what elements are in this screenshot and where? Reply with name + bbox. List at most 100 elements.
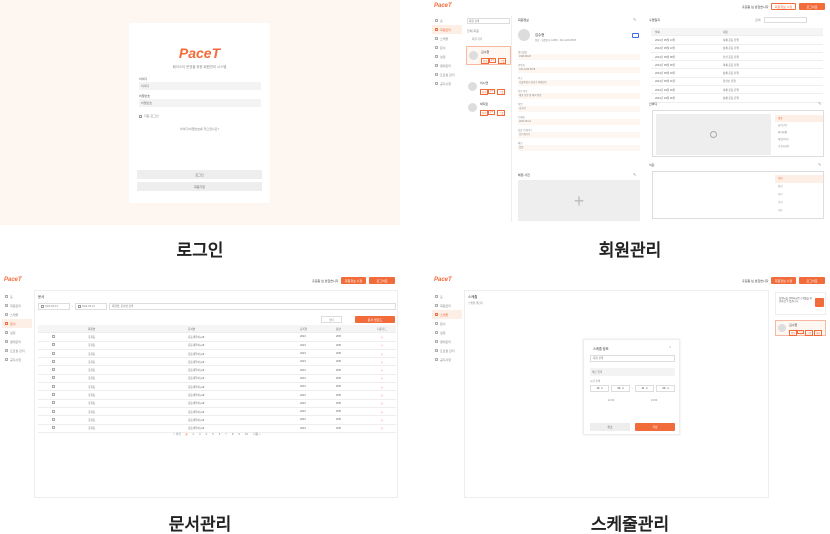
qr-icon[interactable] xyxy=(632,33,639,38)
id-input[interactable] xyxy=(139,82,261,90)
member-card[interactable]: 박지민 정상 PT 그룹 xyxy=(466,99,511,118)
page-button[interactable]: 5 xyxy=(211,432,215,436)
page-button[interactable]: 8 xyxy=(231,432,235,436)
upload-button[interactable]: 문서 업로드 xyxy=(355,316,395,323)
sidebar-item-document[interactable]: 문서 xyxy=(2,319,32,328)
table-row[interactable]: 홍길동 운동계약서.pdf 2024 2KB ⤓ xyxy=(38,416,396,425)
sidebar-item-settings[interactable]: 설정 xyxy=(2,328,32,337)
download-icon[interactable]: ⤓ xyxy=(368,376,396,380)
sidebar-item-schedule[interactable]: 스케줄 xyxy=(2,310,32,319)
page-button[interactable]: 7 xyxy=(224,432,228,436)
diet-menu-item[interactable]: 간식 xyxy=(775,199,823,207)
sidebar-item-home[interactable]: 홈 xyxy=(2,292,32,301)
page-button[interactable]: 10 xyxy=(244,432,249,436)
signup-button[interactable]: 회원가입 xyxy=(137,182,262,191)
sidebar-item-home[interactable]: 홈 xyxy=(432,292,462,301)
sidebar-item-profile[interactable]: 프로필 관리 xyxy=(2,346,32,355)
table-row[interactable]: 2024년 05월 06일 하체 운동 진행 xyxy=(651,61,823,70)
sidebar-item-document[interactable]: 문서 xyxy=(432,43,462,52)
remember-checkbox[interactable]: 자동 로그인 xyxy=(139,114,159,118)
edit-icon[interactable]: ✎ xyxy=(633,17,636,22)
sidebar-item-settings[interactable]: 설정 xyxy=(432,52,462,61)
page-button[interactable]: < 이전 xyxy=(172,432,182,436)
download-icon[interactable]: ⤓ xyxy=(368,343,396,347)
row-checkbox[interactable] xyxy=(38,359,88,364)
save-button[interactable]: 저장 xyxy=(635,423,675,431)
sidebar-item-document[interactable]: 문서 xyxy=(432,319,462,328)
table-row[interactable]: 2024년 05월 08일 전신 운동 진행 xyxy=(651,53,823,62)
diet-menu-item[interactable]: 저녁 xyxy=(775,191,823,199)
page-button[interactable]: 6 xyxy=(218,432,222,436)
sidebar-item-profile[interactable]: 프로필 관리 xyxy=(432,70,462,79)
row-checkbox[interactable] xyxy=(38,426,88,430)
time-select-min-start[interactable]: 00 ▾ xyxy=(611,385,630,392)
download-icon[interactable]: ⤓ xyxy=(368,418,396,422)
diet-menu-item[interactable]: 기타 xyxy=(775,207,823,215)
close-icon[interactable]: × xyxy=(669,344,671,349)
table-row[interactable]: 홍길동 운동계약서.pdf 2024 2KB ⤓ xyxy=(38,408,396,417)
download-icon[interactable]: ⤓ xyxy=(368,352,396,356)
inbody-menu-item[interactable]: 체지방률 xyxy=(775,129,823,136)
row-checkbox[interactable] xyxy=(38,384,88,389)
page-button[interactable]: 3 xyxy=(198,432,202,436)
member-card[interactable]: 김수현 정상 PT 그룹 xyxy=(466,46,511,65)
edit-icon[interactable]: ✎ xyxy=(818,101,821,106)
inbody-menu-item[interactable]: 기초대사량 xyxy=(775,143,823,150)
logout-button[interactable]: 로그아웃 xyxy=(799,3,825,10)
row-checkbox[interactable] xyxy=(38,393,88,397)
sidebar-item-home[interactable]: 홈 xyxy=(432,16,462,25)
table-row[interactable]: 2024년 05월 03일 상체 운동 진행 xyxy=(651,69,823,78)
photo-upload-area[interactable]: + xyxy=(518,180,640,221)
member-card[interactable]: 김수현 정상 PT 그룹 개인 xyxy=(775,320,826,336)
table-row[interactable]: 홍길동 운동계약서.pdf 2024 2KB ⤓ xyxy=(38,358,396,367)
page-button[interactable]: 1 xyxy=(184,432,189,436)
time-select-hour-end[interactable]: 11 ▾ xyxy=(635,385,654,392)
log-search-input[interactable] xyxy=(764,17,807,23)
date-from-field[interactable]: 2024-05-14 xyxy=(38,303,70,310)
page-button[interactable]: 2 xyxy=(191,432,195,436)
end-time[interactable]: 13:00 xyxy=(633,397,675,405)
row-checkbox[interactable] xyxy=(38,417,88,422)
edit-icon[interactable]: ✎ xyxy=(818,162,821,167)
filter-button[interactable]: 필터 xyxy=(321,316,342,323)
time-select-min-end[interactable]: 00 ▾ xyxy=(656,385,675,392)
sidebar-item-notice[interactable]: 공지사항 xyxy=(2,355,32,364)
member-search-input[interactable] xyxy=(467,18,510,24)
member-select[interactable] xyxy=(590,355,675,362)
sidebar-item-payment[interactable]: 결제관리 xyxy=(2,337,32,346)
row-checkbox[interactable] xyxy=(38,343,88,347)
log-search-button[interactable]: 검색 xyxy=(755,18,761,22)
table-row[interactable]: 홍길동 운동계약서.pdf 2024 2KB ⤓ xyxy=(38,342,396,350)
page-button[interactable]: 다음 > xyxy=(252,432,262,436)
diet-menu-item[interactable]: 점심 xyxy=(775,183,823,191)
sidebar-item-member[interactable]: 회원관리 xyxy=(432,25,462,34)
table-row[interactable]: 홍길동 운동계약서.pdf 2024 2KB ⤓ xyxy=(38,366,396,375)
edit-icon[interactable]: ✎ xyxy=(633,172,636,177)
download-icon[interactable]: ⤓ xyxy=(368,335,396,339)
download-icon[interactable]: ⤓ xyxy=(368,401,396,405)
inbody-menu-item[interactable]: 골격근량 xyxy=(775,122,823,129)
time-select-hour-start[interactable]: 10 ▾ xyxy=(590,385,609,392)
mypage-button[interactable]: 회원정보 수정 xyxy=(771,3,796,10)
inbody-menu-item[interactable]: 체질량지수 xyxy=(775,136,823,143)
sidebar-item-profile[interactable]: 프로필 관리 xyxy=(432,346,462,355)
table-row[interactable]: 2024년 05월 13일 하체 운동 진행 xyxy=(651,36,823,45)
row-checkbox[interactable] xyxy=(38,401,88,405)
table-row[interactable]: 홍길동 운동계약서.pdf 2024 2KB ⤓ xyxy=(38,350,396,359)
cancel-button[interactable]: 취소 xyxy=(590,423,630,431)
document-search-input[interactable] xyxy=(109,303,396,310)
login-button[interactable]: 로그인 xyxy=(137,170,262,179)
password-input[interactable] xyxy=(139,99,261,107)
download-icon[interactable]: ⤓ xyxy=(368,385,396,389)
table-row[interactable]: 홍길동 운동계약서.pdf 2024 2KB ⤓ xyxy=(38,391,396,400)
sidebar-item-schedule[interactable]: 스케줄 xyxy=(432,310,462,319)
table-row[interactable]: 홍길동 운동계약서.pdf 2024 2KB ⤓ xyxy=(38,375,396,384)
download-icon[interactable]: ⤓ xyxy=(368,426,396,430)
date-to-field[interactable]: 2024-05-13 xyxy=(75,303,107,310)
page-button[interactable]: 4 xyxy=(205,432,209,436)
table-row[interactable]: 2024년 05월 01일 유산소 진행 xyxy=(651,78,823,87)
diet-menu-item[interactable]: 아침 xyxy=(775,175,823,183)
page-button[interactable]: 9 xyxy=(237,432,241,436)
row-checkbox[interactable] xyxy=(38,334,88,339)
sidebar-item-payment[interactable]: 결제관리 xyxy=(432,61,462,70)
